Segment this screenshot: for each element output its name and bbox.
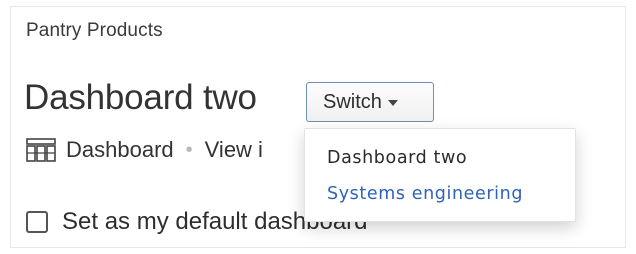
dashboard-grid-icon [26, 138, 56, 162]
dashboard-type-label: Dashboard [66, 137, 174, 162]
switch-button-label: Switch [323, 90, 382, 113]
menu-item-systems-engineering[interactable]: Systems engineering [305, 177, 575, 211]
dashboard-meta-row: Dashboard • View i [26, 136, 263, 164]
default-dashboard-checkbox[interactable] [26, 211, 48, 233]
switch-dashboard-menu: Dashboard two Systems engineering [304, 128, 576, 222]
page-title: Dashboard two [24, 78, 257, 117]
breadcrumb[interactable]: Pantry Products [26, 20, 163, 42]
caret-down-icon [387, 100, 398, 106]
separator-dot: • [185, 138, 193, 161]
switch-dashboard-button[interactable]: Switch [306, 82, 434, 122]
menu-item-current-dashboard[interactable]: Dashboard two [305, 141, 575, 175]
view-link[interactable]: View i [205, 137, 263, 163]
